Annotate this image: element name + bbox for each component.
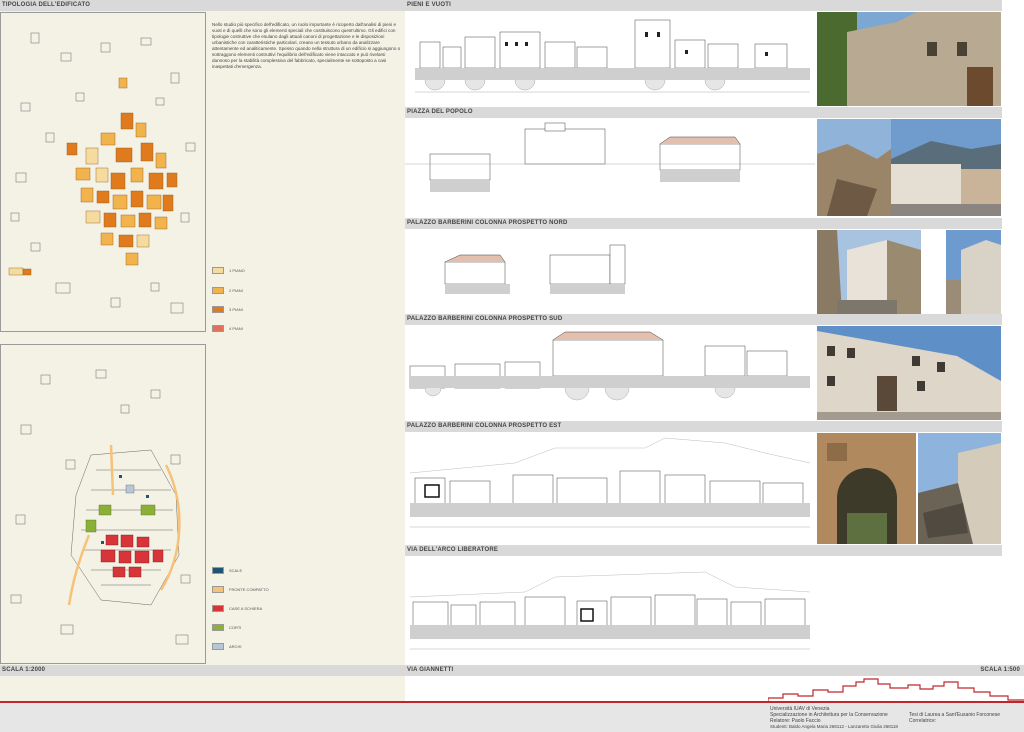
legend-swatch <box>212 287 224 294</box>
co-advisor: Correlatrice: <box>909 718 937 724</box>
photo-svg <box>817 433 916 544</box>
section-header-pieni-e-vuoti: PIENI E VUOTI <box>405 0 1002 11</box>
footer-red-line <box>0 701 1024 703</box>
photo-svg <box>817 12 1001 106</box>
urban-elements-map-svg <box>10 369 191 645</box>
photo-svg <box>817 230 921 314</box>
photo-damaged-building <box>817 119 891 216</box>
photo-svg <box>817 119 891 216</box>
legend-label: FRONTE COMPATTO <box>229 587 269 592</box>
legend-swatch <box>212 306 224 313</box>
elevation-drawing-3 <box>405 230 815 314</box>
photo-narrow-alley <box>817 230 921 314</box>
legend-swatch <box>212 267 224 274</box>
elevation-svg <box>444 244 626 294</box>
section-header-prospetto-est: PALAZZO BARBERINI COLONNA PROSPETTO EST <box>405 421 1002 432</box>
legend-label: SCALE <box>229 568 243 573</box>
elevation-svg <box>409 331 810 401</box>
photo-church-facade <box>817 12 1001 106</box>
students: Studenti: Baldo Angela Maria 268112 - La… <box>770 724 898 729</box>
elevation-drawing-2 <box>405 119 815 216</box>
section-header-prospetto-nord: PALAZZO BARBERINI COLONNA PROSPETTO NORD <box>405 218 1002 229</box>
legend-swatch <box>212 605 224 612</box>
elevation-svg <box>409 437 811 528</box>
photo-svg <box>946 230 1001 314</box>
elevation-svg <box>409 571 811 650</box>
photo-town-street <box>891 119 1001 216</box>
right-scale-label: SCALA 1:500 <box>940 665 1024 676</box>
legend-swatch <box>212 586 224 593</box>
photo-palazzo-barberini <box>817 326 1001 420</box>
elevation-drawing-4 <box>405 326 815 420</box>
legend-swatch <box>212 567 224 574</box>
legend-swatch <box>212 624 224 631</box>
photo-street-corner <box>946 230 1001 314</box>
section-header-via-giannetti: VIA GIANNETTI <box>405 665 1002 676</box>
photo-svg <box>817 326 1001 420</box>
urban-elements-map <box>0 344 206 664</box>
elevation-drawing-6 <box>405 557 815 664</box>
elevation-svg <box>405 122 815 192</box>
photo-collapsed-building <box>918 433 1001 544</box>
legend-label: 1 PIANO <box>229 268 245 273</box>
left-scale-label: SCALA 1:2000 <box>0 665 405 676</box>
section-header-piazza-del-popolo: PIAZZA DEL POPOLO <box>405 107 1002 118</box>
photo-svg <box>918 433 1001 544</box>
analysis-description: Nello studio più specifico dell'edificat… <box>212 22 401 69</box>
skyline-outline <box>768 678 1024 703</box>
typology-map-svg <box>8 32 196 314</box>
photo-stone-arch <box>817 433 916 544</box>
legend-label: CORTI <box>229 625 242 630</box>
elevation-drawing-1 <box>405 12 815 106</box>
legend-label: CASE A SCHIERA <box>229 606 263 611</box>
section-header-arco-liberatore: VIA DELL'ARCO LIBERATORE <box>405 545 1002 556</box>
legend-label: 2 PIANI <box>229 288 243 293</box>
elevation-svg <box>415 19 810 93</box>
photo-svg <box>891 119 1001 216</box>
legend-label: 4 PIANI <box>229 326 243 331</box>
left-panel-title: TIPOLOGIA DELL'EDIFICATO <box>0 0 405 11</box>
building-typology-map <box>0 12 206 332</box>
legend-label: ARCHI <box>229 644 242 649</box>
legend-swatch <box>212 643 224 650</box>
legend-swatch <box>212 325 224 332</box>
section-header-prospetto-sud: PALAZZO BARBERINI COLONNA PROSPETTO SUD <box>405 314 1002 325</box>
elevation-drawing-5 <box>405 433 815 544</box>
legend-label: 3 PIANI <box>229 307 243 312</box>
